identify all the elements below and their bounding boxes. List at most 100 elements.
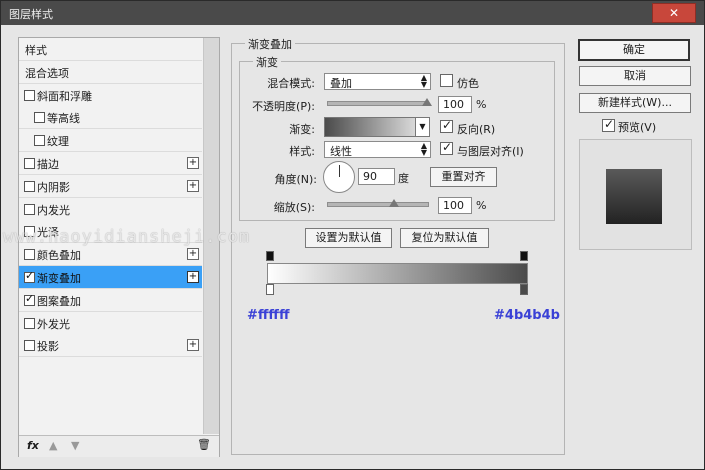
gradient-group-title: 渐变 xyxy=(253,54,281,70)
left-color-hex: #ffffff xyxy=(247,308,290,323)
style-item-checkbox[interactable] xyxy=(24,249,35,261)
fx-icon[interactable]: fx xyxy=(27,439,39,452)
angle-unit: 度 xyxy=(398,172,409,185)
spinner-icon: ▲ ▼ xyxy=(420,141,427,157)
reset-alignment-button[interactable]: 重置对齐 xyxy=(430,167,497,187)
angle-dial[interactable] xyxy=(323,161,355,193)
opacity-value: 100 xyxy=(443,98,464,111)
opacity-slider[interactable] xyxy=(327,101,429,106)
move-up-icon[interactable]: ▲ xyxy=(49,439,57,452)
gradient-bar[interactable] xyxy=(267,263,528,284)
style-item-label: 等高线 xyxy=(47,112,80,126)
style-item-label: 颜色叠加 xyxy=(37,249,81,263)
styles-footer: fx ▲ ▼ 🗑 xyxy=(19,435,219,457)
style-item-label: 投影 xyxy=(37,340,59,354)
scale-slider-thumb[interactable] xyxy=(388,199,399,207)
style-preview-panel xyxy=(579,139,692,250)
dither-label: 仿色 xyxy=(457,77,479,90)
style-item-label: 斜面和浮雕 xyxy=(37,89,92,103)
style-item-checkbox[interactable] xyxy=(34,135,45,147)
style-item-label: 样式 xyxy=(25,44,47,57)
new-style-button[interactable]: 新建样式(W)... xyxy=(579,93,691,113)
style-item[interactable]: 图案叠加 xyxy=(19,288,202,312)
color-stop-right[interactable] xyxy=(520,284,528,295)
style-item[interactable]: 投影 + xyxy=(19,334,202,358)
style-item[interactable]: 描边 + xyxy=(19,152,202,175)
style-item[interactable]: 斜面和浮雕 xyxy=(19,83,202,107)
close-button[interactable]: ✕ xyxy=(652,3,696,23)
style-item-label: 外发光 xyxy=(37,317,70,331)
blend-mode-select[interactable]: 叠加 ▲ ▼ xyxy=(324,73,431,90)
cancel-button[interactable]: 取消 xyxy=(579,66,691,86)
angle-field[interactable]: 90 xyxy=(358,168,395,185)
layer-style-dialog: 图层样式 ✕ 样式 混合选项 斜面和浮雕 等高线 纹理 描边 + 内阴影 + 内发光 光泽 颜色叠加 +… xyxy=(0,0,705,470)
style-item-checkbox[interactable] xyxy=(24,203,35,215)
reverse-checkbox[interactable] xyxy=(440,118,453,133)
style-label: 样式: xyxy=(289,145,315,158)
angle-needle xyxy=(339,165,340,177)
scale-unit: % xyxy=(476,199,487,212)
add-effect-icon[interactable]: + xyxy=(187,157,199,169)
add-effect-icon[interactable]: + xyxy=(187,248,199,261)
add-effect-icon[interactable]: + xyxy=(187,271,199,283)
style-item[interactable]: 内阴影 + xyxy=(19,174,202,198)
dither-checkbox[interactable] xyxy=(440,74,453,87)
style-item-checkbox[interactable] xyxy=(24,180,35,192)
style-item[interactable]: 纹理 xyxy=(19,129,202,153)
opacity-unit: % xyxy=(476,98,487,111)
gradient-dropdown[interactable]: ▼ xyxy=(415,117,430,137)
opacity-label: 不透明度(P): xyxy=(252,100,315,113)
opacity-stop-left[interactable] xyxy=(266,251,274,261)
blend-mode-value: 叠加 xyxy=(330,77,352,90)
window-title: 图层样式 xyxy=(9,8,53,21)
add-effect-icon[interactable]: + xyxy=(187,179,199,192)
preview-checkbox[interactable] xyxy=(602,117,615,132)
ok-button[interactable]: 确定 xyxy=(578,39,690,61)
style-item-checkbox[interactable] xyxy=(24,292,35,306)
style-item-checkbox[interactable] xyxy=(34,112,45,124)
style-item-checkbox[interactable] xyxy=(24,269,35,283)
reset-default-button[interactable]: 复位为默认值 xyxy=(400,228,489,248)
style-item[interactable]: 外发光 xyxy=(19,311,202,335)
preview-label: 预览(V) xyxy=(618,121,657,134)
opacity-stop-right[interactable] xyxy=(520,251,528,261)
scale-label: 缩放(S): xyxy=(273,201,315,214)
align-layer-label: 与图层对齐(I) xyxy=(457,145,524,158)
style-item[interactable]: 混合选项 xyxy=(19,60,202,84)
move-down-icon[interactable]: ▼ xyxy=(71,439,79,452)
scale-field[interactable]: 100 xyxy=(438,197,472,214)
style-preview-swatch xyxy=(606,169,662,224)
style-item-checkbox[interactable] xyxy=(24,317,35,329)
style-item-label: 图案叠加 xyxy=(37,294,81,308)
style-value: 线性 xyxy=(330,145,352,158)
add-effect-icon[interactable]: + xyxy=(187,339,199,352)
color-stop-left[interactable] xyxy=(266,284,274,295)
blend-mode-label: 混合模式: xyxy=(267,77,315,90)
style-item-checkbox[interactable] xyxy=(24,89,35,101)
opacity-field[interactable]: 100 xyxy=(438,96,472,113)
spinner-icon: ▲ ▼ xyxy=(420,73,427,89)
style-item-checkbox[interactable] xyxy=(24,158,35,169)
styles-list-panel: 样式混合选项斜面和浮雕等高线纹理描边+内阴影+内发光光泽颜色叠加+渐变叠加+图案… xyxy=(18,37,220,457)
style-item-label: 混合选项 xyxy=(25,66,69,80)
style-item-label: 内阴影 xyxy=(37,180,70,194)
scale-slider[interactable] xyxy=(327,202,429,207)
opacity-slider-thumb[interactable] xyxy=(422,98,432,106)
set-default-button[interactable]: 设置为默认值 xyxy=(305,228,392,248)
trash-icon[interactable]: 🗑 xyxy=(197,438,211,451)
gradient-editor xyxy=(266,251,529,295)
style-item[interactable]: 渐变叠加 + xyxy=(19,266,202,289)
style-item[interactable]: 内发光 xyxy=(19,197,202,221)
angle-label: 角度(N): xyxy=(274,173,317,186)
style-select[interactable]: 线性 ▲ ▼ xyxy=(324,141,431,158)
section-title: 渐变叠加 xyxy=(245,36,295,52)
style-item[interactable]: 样式 xyxy=(19,38,202,61)
style-item-checkbox[interactable] xyxy=(24,340,35,352)
gradient-preview[interactable] xyxy=(324,117,418,137)
watermark-text: www.haoyidiansheji.com xyxy=(3,227,251,247)
title-bar: 图层样式 ✕ xyxy=(1,1,704,25)
style-item[interactable]: 等高线 xyxy=(19,106,202,130)
align-layer-checkbox[interactable] xyxy=(440,140,453,155)
style-item-label: 渐变叠加 xyxy=(37,272,81,285)
style-item-label: 内发光 xyxy=(37,203,70,217)
